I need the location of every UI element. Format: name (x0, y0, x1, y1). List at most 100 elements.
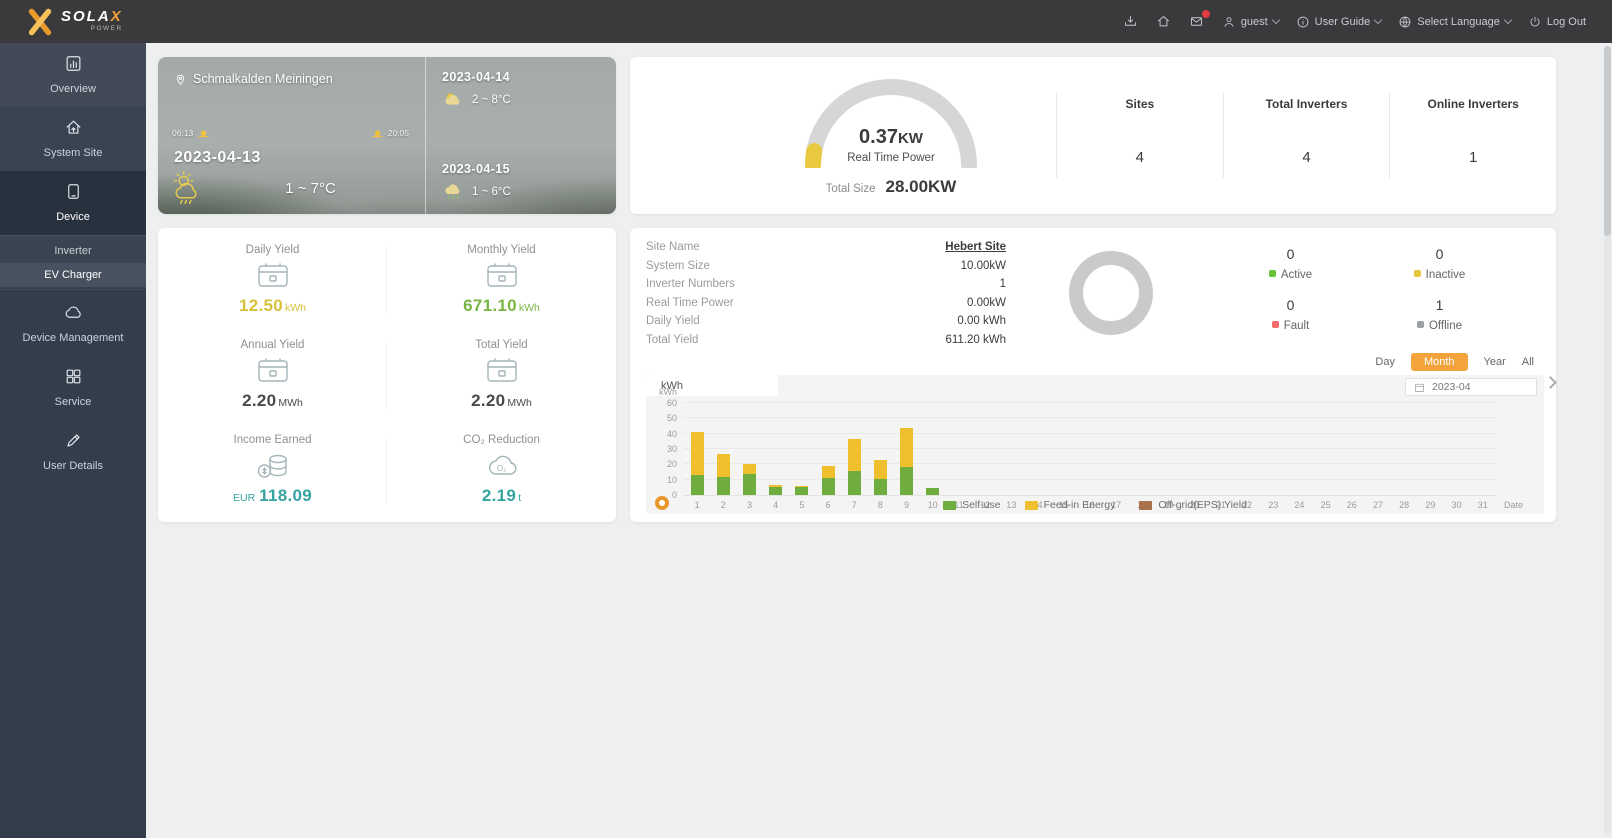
yield-label: Annual Yield (240, 338, 305, 351)
bar-slot (736, 403, 762, 495)
calendar-icon (1415, 382, 1424, 392)
scrollbar-thumb[interactable] (1604, 46, 1611, 236)
legend-self-use[interactable]: Self-use (943, 499, 1001, 511)
bar-slot (1103, 403, 1129, 495)
sidebar-item-ev-charger[interactable]: EV Charger (0, 263, 146, 287)
yield-value: EUR 118.09 (232, 486, 313, 506)
bar-slot (1051, 403, 1077, 495)
sun-cloud-rain-icon (170, 171, 210, 205)
sidebar-item-device-management[interactable]: Device Management (0, 292, 146, 356)
bar-slot (1260, 403, 1286, 495)
yield-value: 2.19 t (481, 486, 522, 506)
y-tick: 50 (666, 413, 677, 424)
notification-badge (1201, 9, 1210, 18)
bar-slot (1129, 403, 1155, 495)
sidebar-item-overview[interactable]: Overview (0, 43, 146, 107)
sidebar-submenu: Inverter EV Charger (0, 235, 146, 292)
status-count: 0 (1286, 297, 1295, 313)
next-site-chevron[interactable] (1544, 376, 1557, 389)
sidebar-item-inverter[interactable]: Inverter (0, 239, 146, 263)
period-all-button[interactable]: All (1522, 356, 1534, 368)
device-icon (64, 182, 83, 204)
legend-feed-in-energy[interactable]: Feed-in Energy (1024, 499, 1115, 511)
stacked-bar[interactable] (847, 438, 861, 495)
stacked-bar[interactable] (769, 484, 783, 495)
stacked-bar[interactable] (821, 465, 835, 495)
sidebar-item-user-details[interactable]: User Details (0, 420, 146, 484)
weather-card: Schmalkalden Meiningen 06:13 20:05 2023-… (158, 57, 616, 214)
chart-fab-icon[interactable] (655, 496, 669, 510)
bar-slot (946, 403, 972, 495)
calendar-icon (255, 356, 291, 386)
brand-logo[interactable]: SOLAX POWER (26, 8, 123, 36)
stacked-bar[interactable] (716, 453, 730, 495)
stacked-bar[interactable] (873, 460, 887, 495)
svg-text:O₂: O₂ (497, 464, 506, 473)
chart-plot: kWh 0 10 20 30 40 50 60 1 2 3 4 5 6 7 8 … (659, 387, 1523, 510)
yield-cell-annual-yield: Annual Yield 2.20 MWh (158, 327, 387, 422)
status-fault: 0 Fault (1216, 297, 1365, 332)
calendar-icon (255, 261, 291, 291)
stacked-bar[interactable] (795, 486, 809, 495)
info-label: Total Yield (646, 333, 699, 346)
site-info-row: Real Time Power 0.00kW (646, 297, 1006, 309)
yield-label: Income Earned (233, 434, 312, 447)
status-label: Offline (1365, 320, 1514, 332)
weather-date: 2023-04-13 (174, 149, 261, 166)
yield-value: 12.50 kWh (238, 295, 307, 315)
y-tick: 30 (666, 444, 677, 454)
sidebar-item-label: Overview (50, 83, 96, 95)
info-value-link[interactable]: Hebert Site (945, 241, 1006, 253)
period-month-button[interactable]: Month (1410, 352, 1468, 371)
user-guide-menu[interactable]: User Guide (1296, 15, 1383, 29)
bar-slot (763, 403, 789, 495)
stacked-bar[interactable] (900, 428, 914, 495)
site-info: Site Name Hebert Site System Size 10.00k… (646, 238, 1006, 348)
language-menu[interactable]: Select Language (1398, 15, 1513, 29)
date-picker[interactable]: 2023-04 (1405, 378, 1537, 396)
info-label: System Size (646, 259, 710, 272)
income-icon (255, 451, 291, 481)
stat-online-inverters: Online Inverters 1 (1389, 93, 1556, 178)
sidebar-item-device[interactable]: Device (0, 171, 146, 235)
yield-cell-income-earned: Income Earned EUR 118.09 (158, 423, 387, 518)
yield-label: CO₂ Reduction (463, 434, 540, 447)
scrollbar[interactable] (1604, 46, 1611, 835)
stat-label: Online Inverters (1427, 97, 1519, 111)
globe-icon (1399, 16, 1411, 27)
home-icon[interactable] (1156, 14, 1172, 30)
message-icon[interactable] (1189, 9, 1210, 30)
stat-value: 4 (1135, 149, 1144, 166)
site-info-row: Daily Yield 0.00 kWh (646, 315, 1006, 327)
bar-slot (1417, 403, 1443, 495)
bar-slot (1470, 403, 1496, 495)
status-inactive: 0 Inactive (1365, 246, 1514, 281)
logout-button[interactable]: Log Out (1528, 15, 1586, 29)
sunrise-icon (197, 126, 210, 139)
status-count: 1 (1435, 297, 1444, 313)
site-info-row: Inverter Numbers 1 (646, 278, 1006, 290)
stat-value: 4 (1302, 149, 1311, 166)
service-icon (64, 367, 83, 389)
stacked-bar[interactable] (742, 463, 756, 495)
sun-cloud-icon (445, 93, 460, 105)
y-tick: 60 (666, 398, 677, 408)
legend-swatch (1139, 500, 1153, 510)
legend-off-grid-eps-yield[interactable]: Off-grid(EPS) Yield (1139, 499, 1247, 511)
yield-label: Total Yield (475, 338, 528, 351)
sidebar-item-service[interactable]: Service (0, 356, 146, 420)
stacked-bar[interactable] (926, 487, 940, 495)
sidebar-item-system-site[interactable]: System Site (0, 107, 146, 171)
export-icon[interactable] (1123, 14, 1139, 30)
period-day-button[interactable]: Day (1375, 356, 1395, 368)
brand-subtitle: POWER (90, 25, 123, 32)
yield-cell-co-reduction: CO₂ Reduction O₂ 2.19 t (387, 423, 616, 518)
user-menu[interactable]: guest (1222, 15, 1280, 29)
cloud-rain-icon (445, 184, 460, 199)
forecast-day-1: 2023-04-14 2 ~ 8°C (442, 70, 600, 108)
period-year-button[interactable]: Year (1484, 356, 1506, 368)
stacked-bar[interactable] (690, 432, 704, 495)
real-time-power-value: 0.37KW (859, 126, 923, 148)
yield-label: Monthly Yield (467, 243, 536, 256)
chart-legend: Self-use Feed-in Energy Off-grid(EPS) Yi… (646, 499, 1544, 511)
